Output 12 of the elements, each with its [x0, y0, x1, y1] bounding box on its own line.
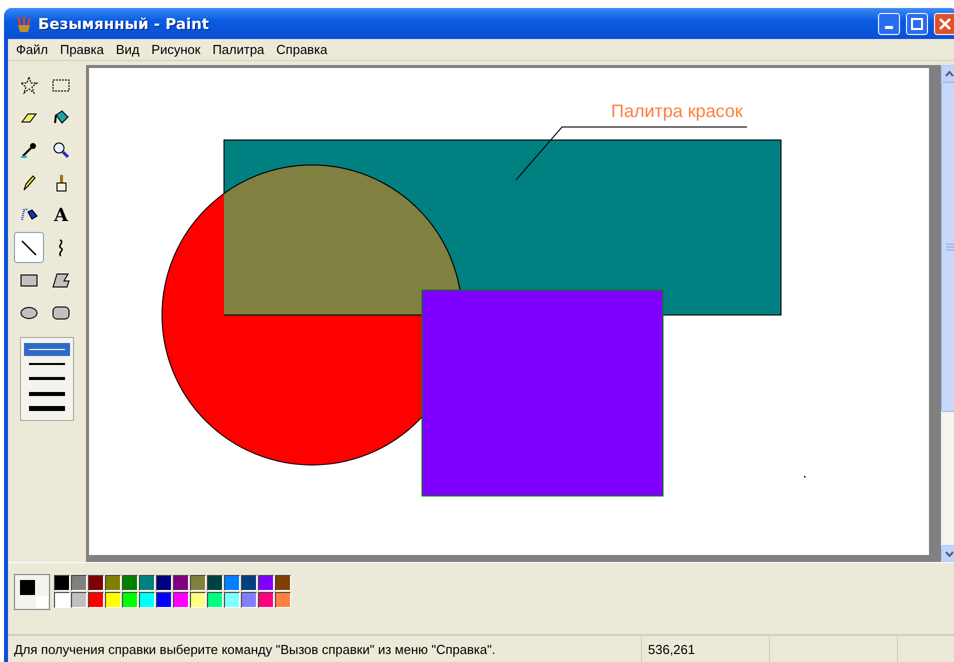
tool-button[interactable]: A	[46, 200, 76, 231]
menu-item[interactable]: Правка	[54, 42, 110, 57]
menu-item[interactable]: Рисунок	[145, 42, 206, 57]
text-tool-glyph: A	[54, 204, 68, 226]
annotation-text: Палитра красок	[611, 101, 743, 121]
window-title: Безымянный - Paint	[38, 14, 210, 32]
menu-item[interactable]: Файл	[10, 42, 54, 57]
menu-item[interactable]: Вид	[110, 42, 146, 57]
status-message: Для получения справки выберите команду "Вызов справки" из меню "Справка".	[8, 636, 642, 662]
menu-item[interactable]: Палитра	[206, 42, 270, 57]
menu-item[interactable]: Справка	[270, 42, 334, 57]
cursor-coordinates: 536,261	[642, 636, 770, 662]
